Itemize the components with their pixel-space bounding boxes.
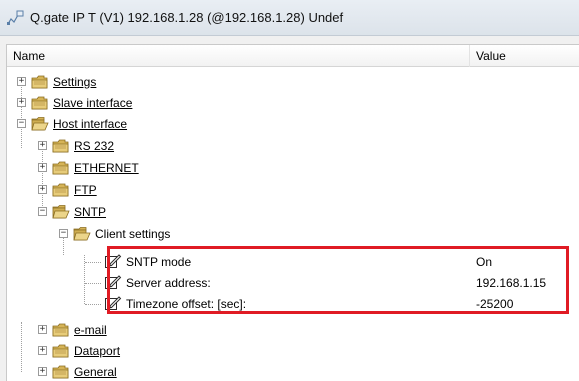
tree-header: Name Value: [7, 45, 579, 67]
window-title: Q.gate IP T (V1) 192.168.1.28 (@192.168.…: [30, 10, 344, 25]
tree-view[interactable]: Name Value + Settings + Slave interface …: [6, 44, 579, 381]
network-icon: [6, 10, 26, 26]
expand-icon[interactable]: +: [17, 77, 26, 86]
tree-item-label[interactable]: SNTP: [74, 205, 106, 219]
window-body: Name Value + Settings + Slave interface …: [0, 36, 579, 381]
tree-item-label[interactable]: Dataport: [74, 344, 120, 358]
folder-icon: [52, 364, 70, 380]
tree-item-client-settings[interactable]: − Client settings: [7, 224, 579, 246]
tree-item-label[interactable]: Host interface: [53, 117, 127, 131]
expand-icon[interactable]: +: [38, 346, 47, 355]
tree-item-label[interactable]: General: [74, 365, 117, 379]
folder-icon: [52, 182, 70, 198]
parameter-value[interactable]: -25200: [476, 297, 513, 311]
edit-icon: [104, 296, 122, 312]
expand-icon[interactable]: +: [38, 325, 47, 334]
expand-icon[interactable]: +: [38, 185, 47, 194]
tree-item-label[interactable]: FTP: [74, 183, 97, 197]
tree-item-label[interactable]: Slave interface: [53, 96, 132, 110]
folder-open-icon: [31, 116, 49, 132]
folder-icon: [52, 160, 70, 176]
tree-item-label[interactable]: Settings: [53, 75, 96, 89]
expand-icon[interactable]: +: [38, 367, 47, 376]
title-bar: Q.gate IP T (V1) 192.168.1.28 (@192.168.…: [0, 0, 579, 36]
tree-item-server-address[interactable]: Server address: 192.168.1.15: [7, 273, 579, 295]
folder-icon: [52, 322, 70, 338]
edit-icon: [104, 254, 122, 270]
tree-item-host-interface[interactable]: − Host interface: [7, 114, 579, 136]
parameter-value[interactable]: On: [476, 255, 492, 269]
tree-item-ftp[interactable]: + FTP: [7, 180, 579, 202]
folder-open-icon: [73, 226, 91, 242]
column-header-value[interactable]: Value: [476, 49, 506, 63]
collapse-icon[interactable]: −: [38, 207, 47, 216]
expand-icon[interactable]: +: [17, 98, 26, 107]
folder-open-icon: [52, 204, 70, 220]
tree-item-email[interactable]: + e-mail: [7, 320, 579, 342]
tree-item-label[interactable]: e-mail: [74, 323, 107, 337]
folder-icon: [52, 343, 70, 359]
column-header-name[interactable]: Name: [13, 49, 45, 63]
collapse-icon[interactable]: −: [17, 119, 26, 128]
parameter-label: Timezone offset: [sec]:: [126, 297, 247, 311]
tree-item-label[interactable]: RS 232: [74, 139, 114, 153]
edit-icon: [104, 275, 122, 291]
tree-item-label[interactable]: ETHERNET: [74, 161, 139, 175]
tree-item-slave-interface[interactable]: + Slave interface: [7, 93, 579, 115]
tree-item-timezone-offset[interactable]: Timezone offset: [sec]: -25200: [7, 294, 579, 316]
expand-icon[interactable]: +: [38, 163, 47, 172]
column-divider[interactable]: [469, 45, 470, 67]
tree-item-settings[interactable]: + Settings: [7, 72, 579, 94]
tree-item-sntp-mode[interactable]: SNTP mode On: [7, 252, 579, 274]
expand-icon[interactable]: +: [38, 141, 47, 150]
folder-icon: [31, 95, 49, 111]
parameter-label: Server address:: [126, 276, 211, 290]
folder-icon: [31, 74, 49, 90]
tree-item-general[interactable]: + General: [7, 362, 579, 381]
tree-item-ethernet[interactable]: + ETHERNET: [7, 158, 579, 180]
folder-icon: [52, 138, 70, 154]
tree-item-rs232[interactable]: + RS 232: [7, 136, 579, 158]
collapse-icon[interactable]: −: [59, 229, 68, 238]
parameter-value[interactable]: 192.168.1.15: [476, 276, 546, 290]
parameter-label: SNTP mode: [126, 255, 192, 269]
tree-item-dataport[interactable]: + Dataport: [7, 341, 579, 363]
tree-item-sntp[interactable]: − SNTP: [7, 202, 579, 224]
tree-item-label[interactable]: Client settings: [95, 227, 170, 241]
